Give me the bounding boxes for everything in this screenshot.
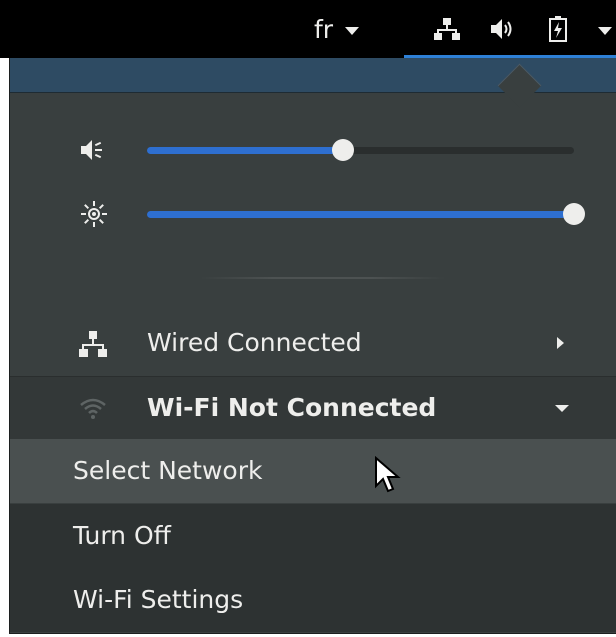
mouse-pointer-icon: [375, 456, 401, 493]
wifi-icon: [80, 398, 106, 419]
language-label: fr: [314, 14, 334, 44]
brightness-row: [10, 194, 616, 234]
speaker-volume-icon: [81, 140, 102, 160]
turn-off-item[interactable]: Turn Off: [10, 504, 616, 568]
wifi-connection-label: Wi-Fi Not Connected: [147, 393, 437, 422]
wifi-settings-label: Wi-Fi Settings: [73, 585, 244, 614]
screen: fr Wired Connected Wi-Fi Not Connected S…: [0, 0, 616, 637]
volume-row: [10, 130, 616, 170]
language-indicator[interactable]: fr: [314, 0, 360, 58]
wired-connection-label: Wired Connected: [147, 328, 362, 357]
select-network-label: Select Network: [73, 456, 263, 485]
select-network-item[interactable]: Select Network: [10, 439, 616, 503]
brightness-slider[interactable]: [147, 203, 585, 225]
network-wired-icon: [434, 18, 460, 40]
chevron-down-icon: [345, 27, 360, 35]
brightness-slider-handle[interactable]: [563, 203, 585, 225]
network-wired-icon: [79, 331, 107, 357]
top-bar: fr: [0, 0, 616, 58]
brightness-sun-icon: [81, 201, 107, 227]
volume-slider[interactable]: [147, 139, 574, 161]
menu-separator: [200, 277, 445, 279]
chevron-down-icon: [598, 27, 612, 35]
system-menu-toggle[interactable]: [598, 0, 612, 58]
system-menu: Wired Connected Wi-Fi Not Connected Sele…: [9, 58, 616, 634]
volume-slider-fill: [147, 147, 344, 154]
brightness-slider-fill: [147, 211, 574, 218]
wired-connection-item[interactable]: Wired Connected: [10, 312, 616, 374]
wifi-connection-item[interactable]: Wi-Fi Not Connected: [10, 376, 616, 439]
network-status-icon[interactable]: [434, 0, 460, 58]
speaker-volume-icon: [491, 19, 512, 39]
wifi-settings-item[interactable]: Wi-Fi Settings: [10, 568, 616, 632]
volume-slider-handle[interactable]: [332, 139, 355, 161]
chevron-down-icon: [555, 405, 569, 412]
battery-charging-icon: [549, 16, 567, 42]
turn-off-label: Turn Off: [73, 521, 171, 550]
chevron-right-icon: [557, 337, 564, 349]
volume-status-icon[interactable]: [490, 0, 516, 58]
battery-status-icon[interactable]: [548, 0, 568, 58]
